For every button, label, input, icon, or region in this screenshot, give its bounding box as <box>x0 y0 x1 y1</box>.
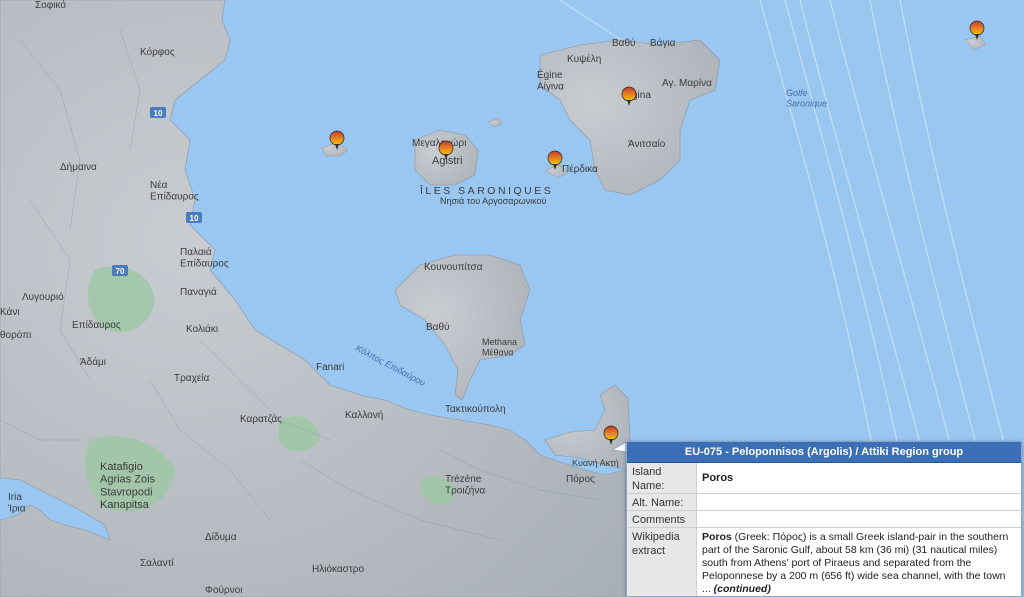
label-kounoupitsa: Κουνουπίτσα <box>424 261 483 273</box>
label-didyma: Δίδυμα <box>205 531 237 543</box>
label-vagia: Βάγια <box>650 37 676 49</box>
label-kapis: Κυανή Ακτή <box>572 458 619 468</box>
label-tharopi: θορόπι <box>0 329 31 341</box>
label-sofiko: Σοφικό <box>35 0 66 11</box>
island-name-value: Poros <box>702 472 734 484</box>
label-panagia: Παναγιά <box>180 286 217 298</box>
road-10a-label: 10 <box>154 109 163 118</box>
label-iliokastro: Ηλιόκαστρο <box>312 563 364 575</box>
label-foyrnoi: Φούρνοι <box>205 584 242 596</box>
alt-name-value <box>697 494 1021 510</box>
label-trizina: Trézène Τροιζήνα <box>445 474 485 497</box>
comments-label: Comments <box>627 511 697 527</box>
label-vathy-north: Βαθύ <box>612 37 635 49</box>
label-anitsaio: Άνιτσαίο <box>628 138 666 150</box>
label-nisia: Νησιά του Αργοσαρωνικού <box>440 196 547 206</box>
label-korfos: Κόρφος <box>140 46 175 58</box>
island-name-label: Island Name: <box>627 463 697 493</box>
label-koliaki: Κολιάκι <box>186 323 218 335</box>
label-methana: Methana Μέθανα <box>482 337 517 357</box>
label-vathy-south: Βαθύ <box>426 321 449 333</box>
info-popup[interactable]: EU-075 - Peloponnisos (Argolis) / Attiki… <box>626 441 1022 597</box>
label-epidavros: Επίδαυρος <box>72 319 121 331</box>
label-agistri: Agistri <box>432 155 463 167</box>
label-poros-town: Πόρος <box>566 473 595 485</box>
alt-name-label: Alt. Name: <box>627 494 697 510</box>
label-egine: Égine Αίγινα <box>537 68 564 93</box>
label-ag-marina: Αγ. Μαρίνα <box>662 77 712 89</box>
row-comments: Comments <box>627 511 1021 528</box>
label-karatzas: Καρατζάς <box>240 413 282 425</box>
label-perdika: Πέρδικα <box>562 163 598 175</box>
row-wikipedia: Wikipedia extract Poros (Greek: Πόρος) i… <box>627 528 1021 596</box>
label-kalloni: Καλλονή <box>345 409 383 421</box>
road-10b-label: 10 <box>190 214 199 223</box>
label-lygourio: Λυγουριό <box>22 291 64 303</box>
label-dimaina: Δήμαινα <box>60 161 97 173</box>
wiki-continued-link[interactable]: (continued) <box>714 583 771 595</box>
wikipedia-label: Wikipedia extract <box>627 528 697 596</box>
label-fanari: Fanari <box>316 362 344 373</box>
label-adami: Άδάμι <box>80 356 106 368</box>
popup-title: EU-075 - Peloponnisos (Argolis) / Attiki… <box>627 442 1021 463</box>
comments-value <box>697 511 1021 527</box>
row-alt-name: Alt. Name: <box>627 494 1021 511</box>
wiki-bold-name: Poros <box>702 531 732 543</box>
label-kypseli: Κυψέλη <box>567 53 601 65</box>
label-taktikoupoli: Τακτικούπολη <box>445 403 506 415</box>
label-traxeia: Τραχεία <box>174 372 210 384</box>
row-island-name: Island Name: Poros <box>627 463 1021 494</box>
label-salanti: Σαλαντί <box>140 557 175 569</box>
road-70-label: 70 <box>116 267 125 276</box>
wikipedia-extract: Poros (Greek: Πόρος) is a small Greek is… <box>697 528 1021 596</box>
label-kani: Κάνι <box>0 306 20 318</box>
